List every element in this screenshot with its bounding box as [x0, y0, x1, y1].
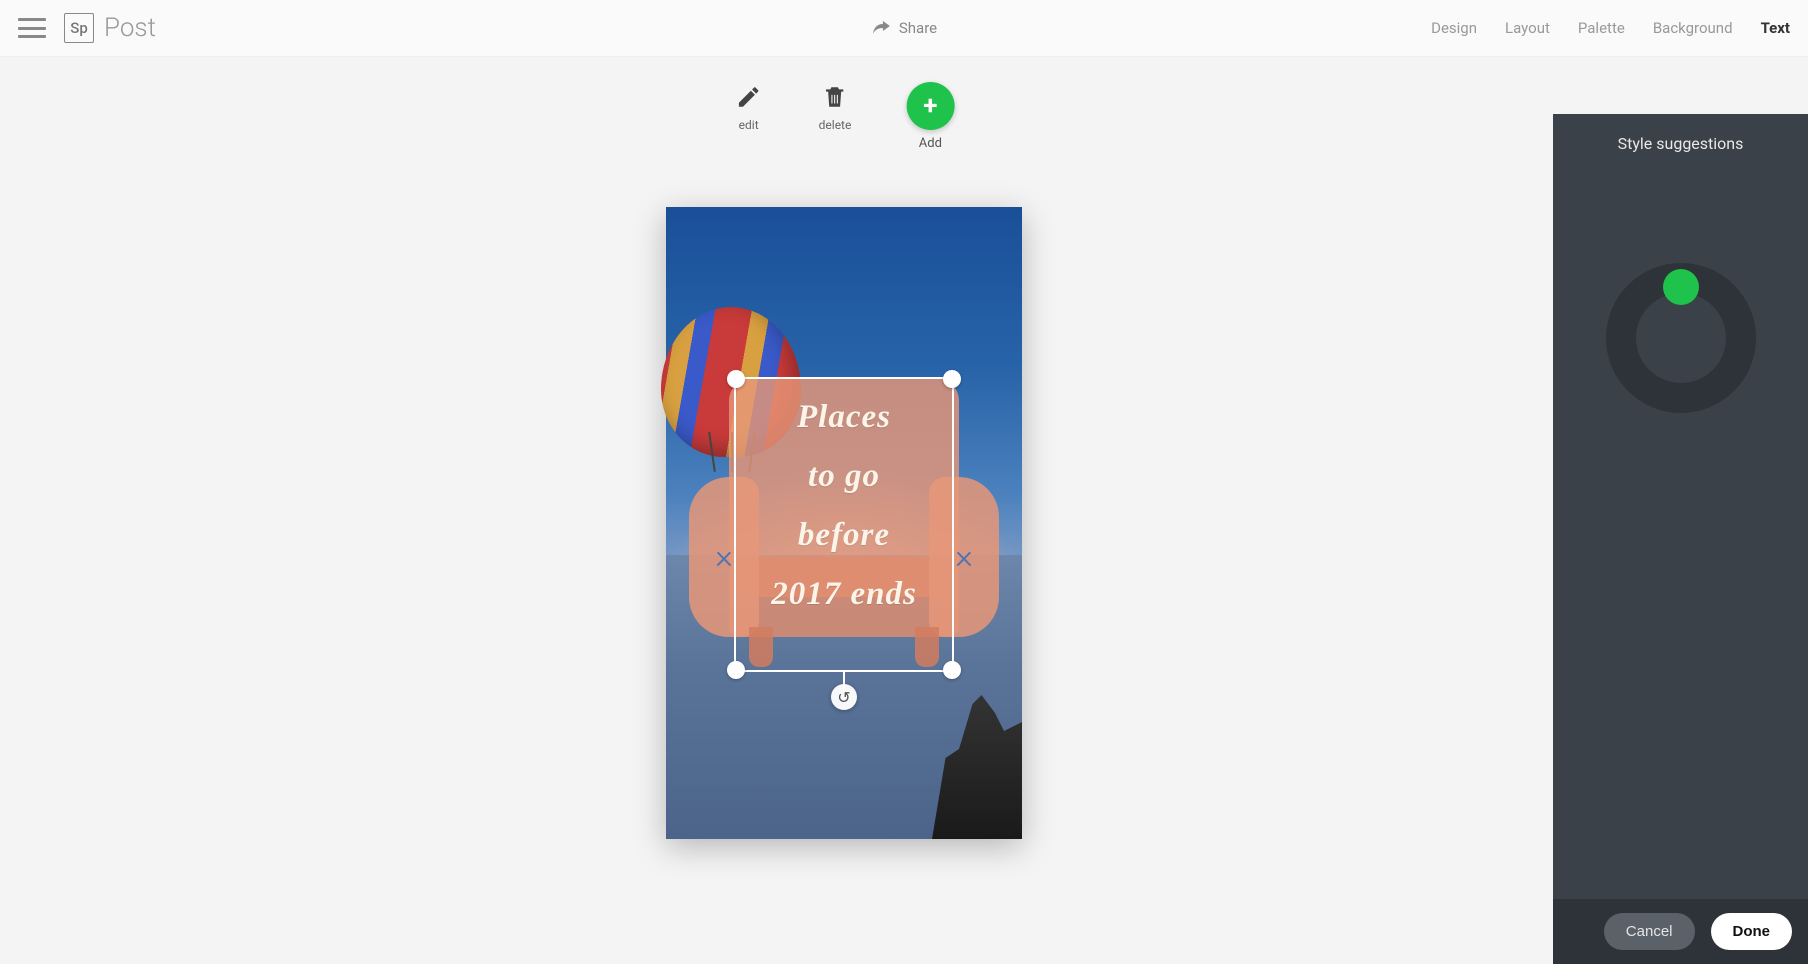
done-button[interactable]: Done	[1711, 913, 1793, 950]
edit-label: edit	[739, 118, 759, 132]
app-logo: Sp	[64, 13, 94, 43]
selection-box[interactable]: ↺	[734, 377, 954, 672]
share-button[interactable]: Share	[871, 19, 937, 37]
pencil-icon	[734, 82, 764, 112]
cancel-button[interactable]: Cancel	[1604, 913, 1695, 950]
tab-palette[interactable]: Palette	[1578, 19, 1625, 37]
delete-button[interactable]: delete	[819, 82, 852, 132]
tab-layout[interactable]: Layout	[1505, 19, 1550, 37]
share-label: Share	[899, 19, 937, 37]
plus-icon: +	[923, 93, 937, 119]
rotate-handle[interactable]: ↺	[831, 684, 857, 710]
panel-footer: Cancel Done	[1553, 899, 1808, 964]
main-area: edit delete + Add ×	[0, 57, 1808, 964]
top-bar: Sp Post Share Design Layout Palette Back…	[0, 0, 1808, 57]
wheel-indicator[interactable]	[1663, 269, 1699, 305]
app-title: Post	[104, 13, 156, 43]
style-wheel-area	[1553, 183, 1808, 899]
right-panel: Style suggestions Cancel Done	[1553, 114, 1808, 964]
tab-text[interactable]: Text	[1761, 19, 1790, 37]
resize-handle-tl[interactable]	[727, 370, 745, 388]
add-label: Add	[919, 136, 942, 151]
add-button[interactable]: + Add	[906, 82, 954, 151]
share-icon	[871, 19, 891, 37]
edit-button[interactable]: edit	[734, 82, 764, 132]
resize-handle-bl[interactable]	[727, 661, 745, 679]
style-wheel[interactable]	[1606, 263, 1756, 413]
trash-icon	[820, 82, 850, 112]
tabs: Design Layout Palette Background Text	[1431, 19, 1790, 37]
delete-label: delete	[819, 118, 852, 132]
resize-handle-tr[interactable]	[943, 370, 961, 388]
menu-icon[interactable]	[18, 18, 46, 38]
tab-background[interactable]: Background	[1653, 19, 1733, 37]
add-circle[interactable]: +	[906, 82, 954, 130]
canvas-toolbar: edit delete + Add	[734, 82, 955, 151]
tab-design[interactable]: Design	[1431, 19, 1477, 37]
panel-title: Style suggestions	[1553, 114, 1808, 183]
canvas[interactable]: × × Places to go before 2017 ends ↺	[666, 207, 1022, 839]
resize-handle-br[interactable]	[943, 661, 961, 679]
